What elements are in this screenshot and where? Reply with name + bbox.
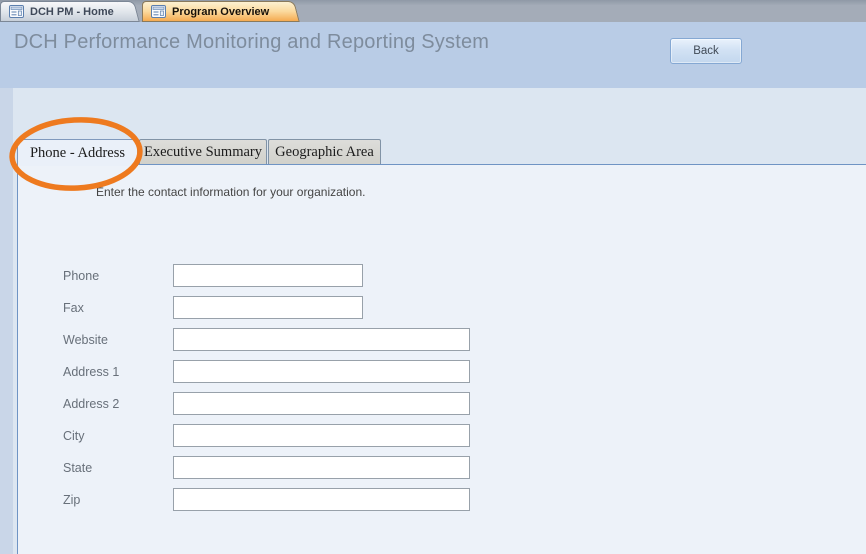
field-row-address-1: Address 1: [63, 360, 470, 383]
field-row-state: State: [63, 456, 470, 479]
state-label: State: [63, 461, 173, 475]
phone-label: Phone: [63, 269, 173, 283]
tab-phone-address[interactable]: Phone - Address: [17, 139, 138, 166]
address-1-input[interactable]: [173, 360, 470, 383]
access-form-icon: [9, 5, 24, 18]
state-input[interactable]: [173, 456, 470, 479]
phone-input[interactable]: [173, 264, 363, 287]
doc-tab-label: Program Overview: [172, 6, 269, 18]
field-row-address-2: Address 2: [63, 392, 470, 415]
fax-input[interactable]: [173, 296, 363, 319]
doc-tab-program-overview[interactable]: Program Overview: [142, 1, 289, 22]
city-input[interactable]: [173, 424, 470, 447]
field-row-city: City: [63, 424, 470, 447]
back-button[interactable]: Back: [670, 38, 742, 64]
doc-tab-dch-pm-home[interactable]: DCH PM - Home: [0, 1, 129, 22]
field-row-fax: Fax: [63, 296, 470, 319]
tab-geographic-area[interactable]: Geographic Area: [268, 139, 381, 164]
address-1-label: Address 1: [63, 365, 173, 379]
app-window: DCH PM - Home Program Overview DCH Perfo…: [0, 0, 866, 554]
header: DCH Performance Monitoring and Reporting…: [0, 22, 866, 88]
doc-tab-label: DCH PM - Home: [30, 6, 114, 18]
city-label: City: [63, 429, 173, 443]
website-label: Website: [63, 333, 173, 347]
contact-form: Phone Fax Website Address 1 Address 2 Ci…: [63, 264, 470, 520]
zip-input[interactable]: [173, 488, 470, 511]
page-title: DCH Performance Monitoring and Reporting…: [14, 31, 489, 54]
field-row-website: Website: [63, 328, 470, 351]
access-form-icon: [151, 5, 166, 18]
website-input[interactable]: [173, 328, 470, 351]
instruction-text: Enter the contact information for your o…: [96, 185, 365, 199]
address-2-input[interactable]: [173, 392, 470, 415]
fax-label: Fax: [63, 301, 173, 315]
zip-label: Zip: [63, 493, 173, 507]
field-row-zip: Zip: [63, 488, 470, 511]
document-tab-bar: DCH PM - Home Program Overview: [0, 0, 866, 22]
tab-executive-summary[interactable]: Executive Summary: [139, 139, 267, 164]
address-2-label: Address 2: [63, 397, 173, 411]
field-row-phone: Phone: [63, 264, 470, 287]
